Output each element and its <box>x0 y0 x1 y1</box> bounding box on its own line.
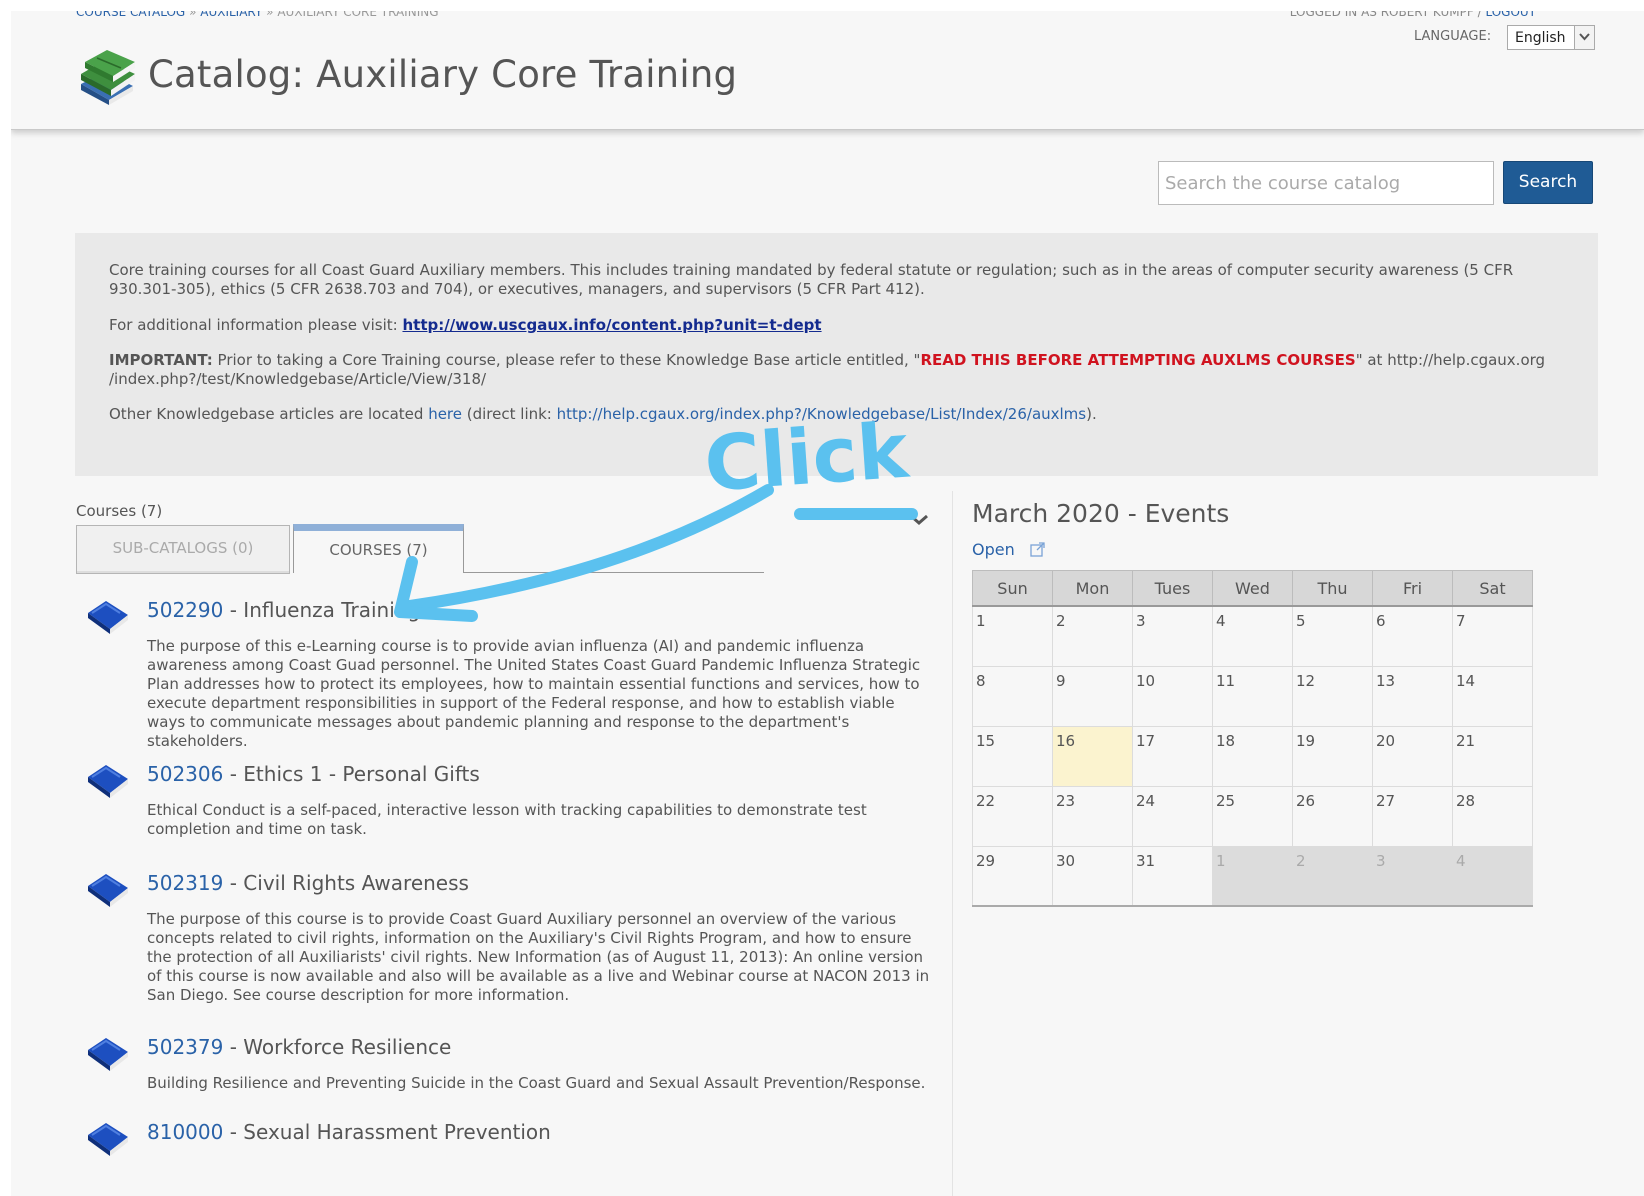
click-annotation: Click <box>394 405 918 622</box>
annotation-text: Click <box>702 405 913 508</box>
